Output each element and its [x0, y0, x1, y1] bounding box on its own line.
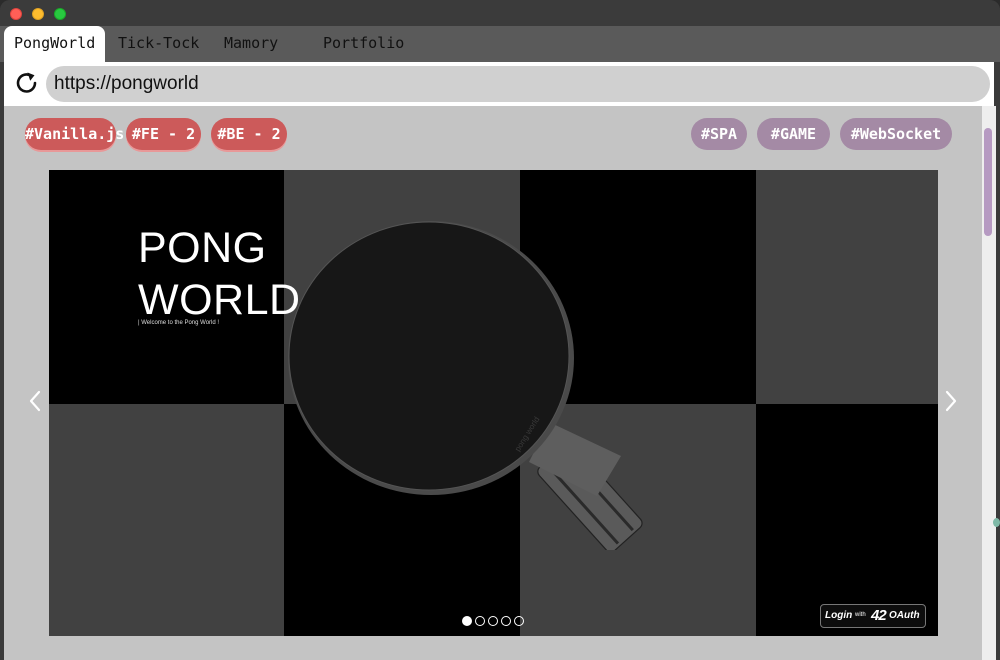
- carousel-indicators: [462, 616, 524, 628]
- tag-game[interactable]: #GAME: [757, 118, 830, 150]
- tag-websocket[interactable]: #WebSocket: [840, 118, 952, 150]
- tab-bar: PongWorld Tick-Tock Mamory Portfolio: [0, 26, 1000, 62]
- tag-fe-2[interactable]: #FE - 2: [126, 118, 201, 150]
- tag-be-2[interactable]: #BE - 2: [211, 118, 287, 150]
- tab-mamory[interactable]: Mamory: [214, 26, 288, 62]
- hero-carousel: pong world PONG WORLD | Welcome to the P…: [49, 170, 938, 636]
- tag-spa[interactable]: #SPA: [691, 118, 747, 150]
- edge-indicator: [993, 518, 1000, 527]
- scrollbar-thumb[interactable]: [984, 128, 992, 236]
- minimize-window-button[interactable]: [32, 8, 44, 20]
- chevron-right-icon[interactable]: [938, 386, 962, 416]
- carousel-dot[interactable]: [501, 616, 511, 626]
- title-bar: [0, 0, 1000, 26]
- checker-tile: [49, 404, 284, 636]
- login-label: Login: [825, 610, 853, 621]
- checker-tile: [756, 170, 938, 404]
- tab-tick-tock[interactable]: Tick-Tock: [108, 26, 209, 62]
- checker-tile: [756, 404, 938, 636]
- carousel-dot[interactable]: [462, 616, 472, 626]
- tag-vanilla-js[interactable]: #Vanilla.js: [25, 118, 124, 150]
- url-input[interactable]: https://pongworld: [46, 66, 990, 102]
- reload-icon[interactable]: [12, 68, 42, 98]
- login-42-oauth-button[interactable]: Login with 42 OAuth: [820, 604, 926, 628]
- carousel-dot[interactable]: [514, 616, 524, 626]
- maximize-window-button[interactable]: [54, 8, 66, 20]
- brand-42-logo: 42: [871, 607, 887, 624]
- tab-pongworld[interactable]: PongWorld: [4, 26, 106, 62]
- close-window-button[interactable]: [10, 8, 22, 20]
- tab-portfolio[interactable]: Portfolio: [313, 26, 414, 62]
- carousel-dot[interactable]: [488, 616, 498, 626]
- browser-window: PongWorld Tick-Tock Mamory Portfolio htt…: [0, 0, 1000, 660]
- brand-oauth-text: OAuth: [889, 610, 920, 621]
- hero-title: PONG WORLD: [138, 224, 301, 324]
- hero-subtitle: | Welcome to the Pong World !: [138, 320, 220, 326]
- chevron-left-icon[interactable]: [24, 386, 48, 416]
- carousel-dot[interactable]: [475, 616, 485, 626]
- ping-pong-paddle: pong world: [288, 221, 643, 550]
- address-bar: https://pongworld: [4, 62, 994, 106]
- login-with-text: with: [855, 612, 866, 618]
